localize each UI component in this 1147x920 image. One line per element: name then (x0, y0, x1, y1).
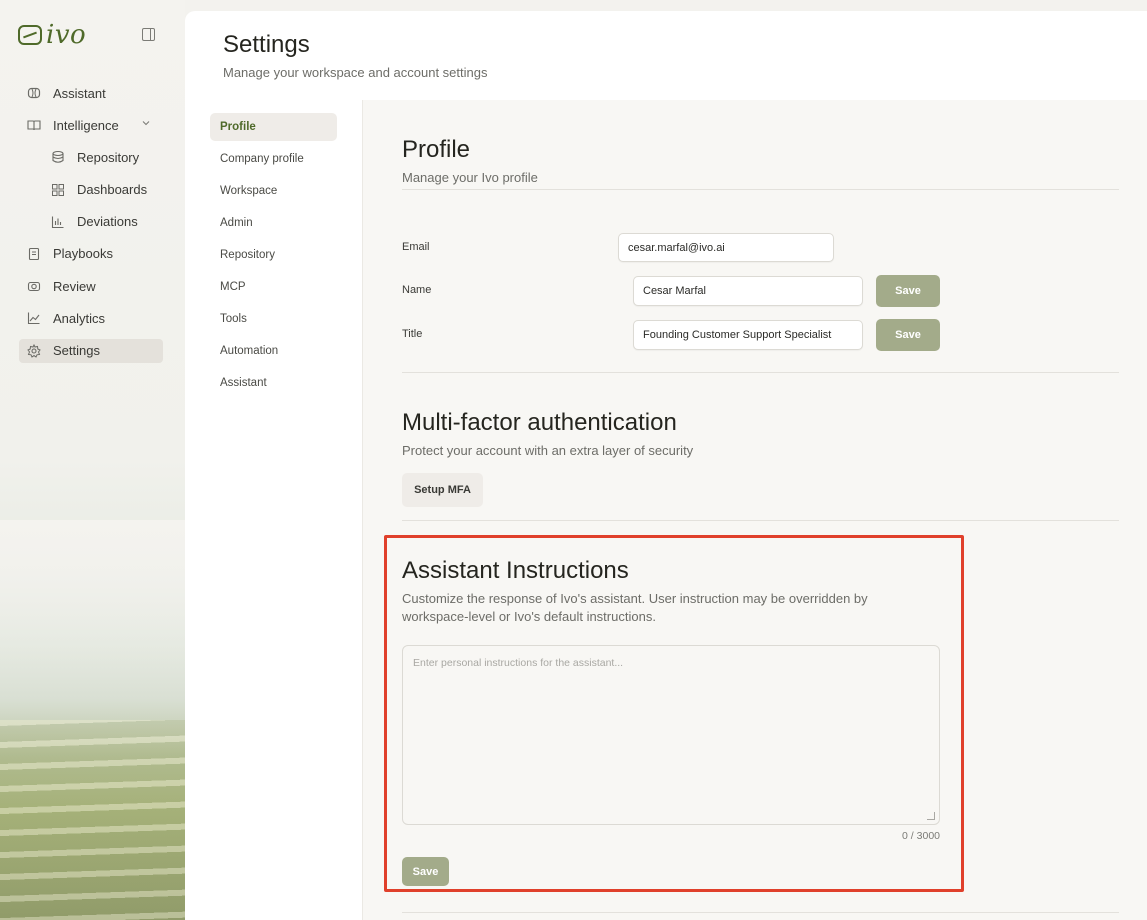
bar-chart-icon (51, 215, 65, 229)
sidebar-item-label: Review (53, 278, 96, 294)
sidebar-collapse-icon[interactable] (142, 28, 155, 41)
notebook-icon (27, 247, 41, 261)
sidebar-item-label: Analytics (53, 310, 106, 326)
assistant-instructions-title: Assistant Instructions (402, 557, 629, 584)
page-title: Settings (223, 31, 310, 58)
line-chart-icon (27, 311, 41, 325)
sidebar-item-label: Deviations (77, 214, 138, 230)
sidebar-item-label: Repository (77, 149, 140, 165)
profile-section-subtitle: Manage your Ivo profile (402, 170, 538, 185)
divider (402, 189, 1119, 190)
assistant-instructions-subtitle: Customize the response of Ivo's assistan… (402, 591, 868, 624)
title-field[interactable]: Founding Customer Support Specialist (633, 320, 863, 350)
chevron-down-icon[interactable] (141, 118, 151, 131)
subnav-item-assistant[interactable]: Assistant (210, 369, 337, 397)
sidebar-item-playbooks[interactable]: Playbooks (19, 242, 163, 266)
sidebar-item-label: Settings (53, 343, 100, 358)
camera-icon (27, 279, 41, 293)
save-title-button[interactable]: Save (876, 319, 940, 351)
sidebar-item-label: Assistant (53, 85, 106, 101)
sidebar-background-field (0, 720, 185, 920)
logo-mark-icon (18, 25, 42, 45)
divider (402, 520, 1119, 521)
assistant-instructions-textarea[interactable]: Enter personal instructions for the assi… (402, 645, 940, 825)
logo-wordmark: ivo (46, 20, 87, 50)
character-counter: 0 / 3000 (902, 830, 940, 842)
sidebar-item-label: Dashboards (77, 182, 148, 198)
subnav-item-mcp[interactable]: MCP (210, 273, 337, 301)
sidebar-item-analytics[interactable]: Analytics (19, 306, 163, 330)
grid-icon (51, 183, 65, 197)
sidebar-item-deviations[interactable]: Deviations (19, 210, 163, 234)
sidebar-item-assistant[interactable]: Assistant (19, 81, 163, 105)
subnav-item-company-profile[interactable]: Company profile (210, 145, 337, 173)
subnav-item-admin[interactable]: Admin (210, 209, 337, 237)
sidebar-item-label: Playbooks (53, 246, 113, 262)
subnav-item-repository[interactable]: Repository (210, 241, 337, 269)
name-field[interactable]: Cesar Marfal (633, 276, 863, 306)
page-subtitle: Manage your workspace and account settin… (223, 65, 488, 80)
save-name-button[interactable]: Save (876, 275, 940, 307)
divider (402, 372, 1119, 373)
textarea-placeholder: Enter personal instructions for the assi… (413, 657, 624, 669)
sidebar-nav: Assistant Intelligence Repository Dashbo… (19, 81, 163, 371)
subnav-item-automation[interactable]: Automation (210, 337, 337, 365)
sidebar-item-intelligence[interactable]: Intelligence (19, 113, 163, 137)
sidebar-item-review[interactable]: Review (19, 274, 163, 298)
settings-content: Profile Manage your Ivo profile Email ce… (362, 100, 1147, 920)
name-label: Name (402, 284, 432, 296)
sidebar: ivo Assistant Intelligence Repository Da… (0, 0, 185, 920)
divider (402, 912, 1119, 913)
mfa-section-title: Multi-factor authentication (402, 409, 677, 436)
save-instructions-button[interactable]: Save (402, 857, 449, 886)
subnav-item-workspace[interactable]: Workspace (210, 177, 337, 205)
profile-section-title: Profile (402, 136, 471, 163)
database-icon (51, 150, 65, 164)
sidebar-item-label: Intelligence (53, 117, 119, 133)
setup-mfa-button[interactable]: Setup MFA (402, 473, 483, 507)
mfa-section-subtitle: Protect your account with an extra layer… (402, 443, 694, 458)
brain-icon (27, 86, 41, 100)
title-label: Title (402, 328, 423, 340)
sidebar-item-repository[interactable]: Repository (19, 145, 163, 169)
sidebar-item-settings[interactable]: Settings (19, 338, 163, 363)
subnav-item-profile[interactable]: Profile (210, 113, 337, 141)
sidebar-item-dashboards[interactable]: Dashboards (19, 178, 163, 202)
main-panel: Settings Manage your workspace and accou… (185, 11, 1147, 920)
subnav-item-tools[interactable]: Tools (210, 305, 337, 333)
email-label: Email (402, 241, 430, 253)
ivo-logo[interactable]: ivo (18, 22, 86, 48)
gear-icon (27, 343, 41, 358)
resize-handle-icon[interactable] (927, 812, 935, 820)
settings-subnav: Profile Company profile Workspace Admin … (210, 113, 337, 401)
book-open-icon (27, 118, 41, 132)
email-field[interactable]: cesar.marfal@ivo.ai (618, 233, 834, 262)
